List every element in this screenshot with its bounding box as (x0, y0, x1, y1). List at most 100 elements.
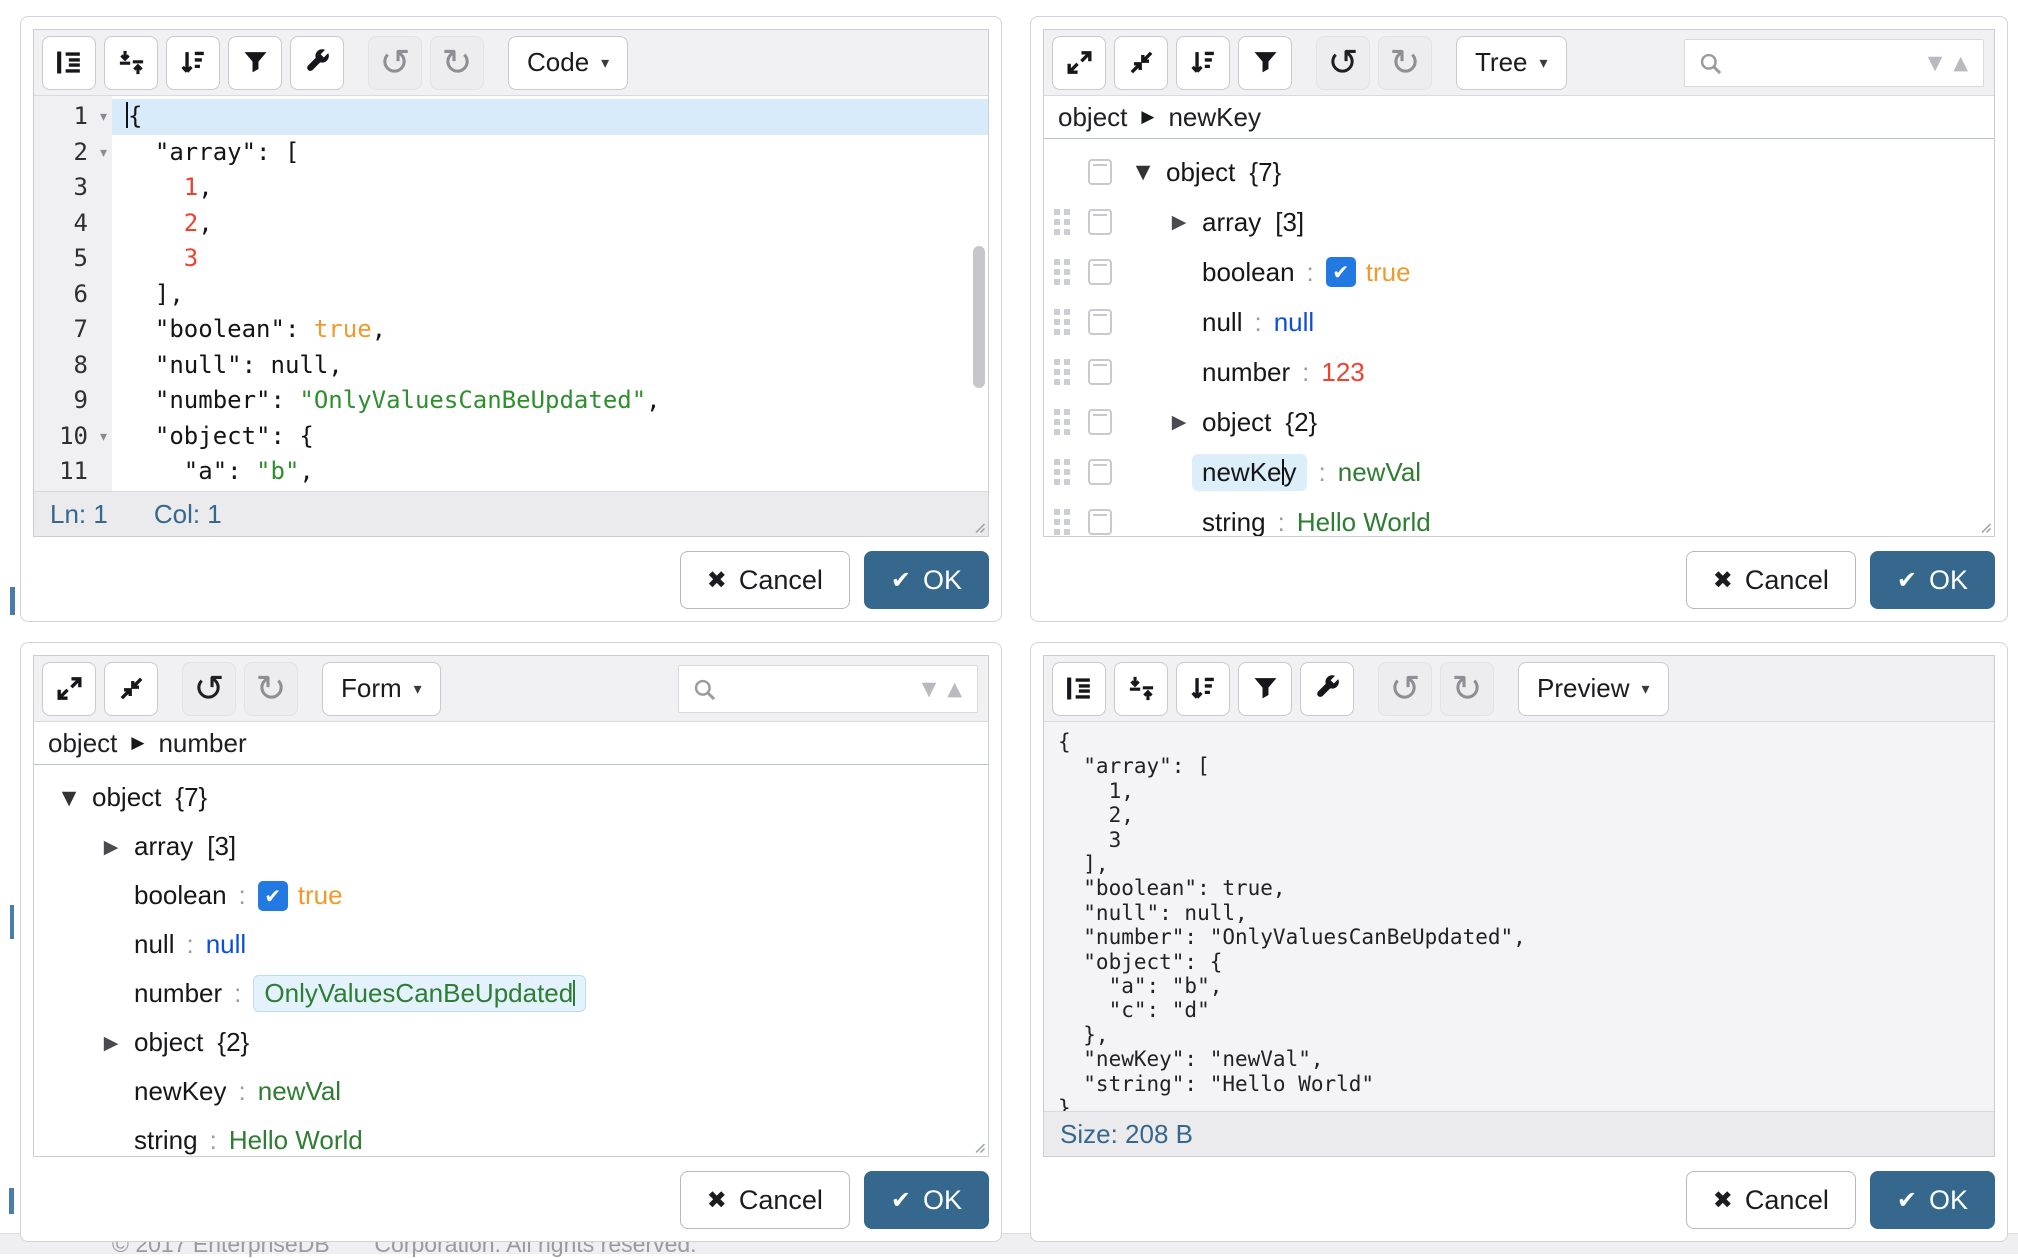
undo-button[interactable]: ↺ (368, 36, 422, 90)
code-line[interactable]: 3 (112, 241, 988, 277)
code-area[interactable]: 1▾2▾345678910▾1112 { "array": [ 1, 2, 3 … (34, 96, 988, 491)
tree-field[interactable]: object (1166, 157, 1235, 188)
mode-dropdown-form[interactable]: Form ▾ (322, 662, 441, 716)
tree-row[interactable]: boolean:✔true (1044, 247, 1994, 297)
tree-value[interactable]: true (298, 880, 343, 911)
context-menu-button[interactable] (1088, 259, 1124, 285)
breadcrumb-item[interactable]: number (158, 728, 246, 759)
repair-button[interactable] (1300, 662, 1354, 716)
context-menu-button[interactable] (1088, 159, 1124, 185)
tree-field[interactable]: newKey (134, 1076, 227, 1107)
tree-row[interactable]: ▶array[3] (1044, 197, 1994, 247)
tree-value[interactable]: true (1366, 257, 1411, 288)
code-line[interactable]: "c": "d" (112, 490, 988, 492)
tree-row[interactable]: null:null (34, 920, 988, 969)
breadcrumb[interactable]: object▶number (34, 722, 988, 765)
context-menu-button[interactable] (1088, 359, 1124, 385)
redo-button[interactable]: ↻ (1378, 36, 1432, 90)
tree-row[interactable]: null:null (1044, 297, 1994, 347)
search-next-icon[interactable]: ▼ (1928, 52, 1946, 74)
drag-handle-icon[interactable] (1054, 359, 1078, 385)
collapse-triangle-icon[interactable]: ▼ (1124, 161, 1162, 183)
drag-handle-icon[interactable] (1054, 259, 1078, 285)
code-line[interactable]: "boolean": true, (112, 312, 988, 348)
tree-row[interactable]: ▶object{2} (34, 1018, 988, 1067)
search-prev-icon[interactable]: ▲ (947, 678, 965, 700)
tree-row[interactable]: ▶object{2} (1044, 397, 1994, 447)
tree-field[interactable]: number (134, 978, 222, 1009)
drag-handle-icon[interactable] (1054, 309, 1078, 335)
tree-value[interactable]: 123 (1321, 357, 1364, 388)
fold-arrow-icon[interactable]: ▾ (100, 420, 107, 456)
ok-button[interactable]: ✔ OK (864, 1171, 989, 1229)
undo-button[interactable]: ↺ (1378, 662, 1432, 716)
code-line[interactable]: "null": null, (112, 348, 988, 384)
expand-all-button[interactable] (42, 662, 96, 716)
tree-field[interactable]: null (1202, 307, 1242, 338)
tree-field[interactable]: number (1202, 357, 1290, 388)
breadcrumb-item[interactable]: object (48, 728, 117, 759)
tree-value[interactable]: OnlyValuesCanBeUpdated (253, 975, 586, 1012)
code-line[interactable]: ], (112, 277, 988, 313)
tree-field[interactable]: object (1202, 407, 1271, 438)
search-prev-icon[interactable]: ▲ (1953, 52, 1971, 74)
collapse-triangle-icon[interactable]: ▼ (50, 787, 88, 809)
code-line[interactable]: "array": [ (112, 135, 988, 171)
ok-button[interactable]: ✔ OK (1870, 1171, 1995, 1229)
expand-triangle-icon[interactable]: ▶ (92, 836, 130, 858)
expand-triangle-icon[interactable]: ▶ (92, 1032, 130, 1054)
ok-button[interactable]: ✔ OK (1870, 551, 1995, 609)
boolean-checkbox[interactable]: ✔ (258, 881, 288, 911)
boolean-checkbox[interactable]: ✔ (1326, 257, 1356, 287)
cancel-button[interactable]: ✖ Cancel (680, 1171, 850, 1229)
collapse-all-button[interactable] (1114, 36, 1168, 90)
fold-arrow-icon[interactable]: ▾ (100, 100, 107, 136)
mode-dropdown-code[interactable]: Code ▾ (508, 36, 628, 90)
filter-button[interactable] (1238, 662, 1292, 716)
resize-corner-icon[interactable] (1977, 519, 1992, 534)
expand-all-button[interactable] (1052, 36, 1106, 90)
tree-row[interactable]: ▼object{7} (34, 773, 988, 822)
mode-dropdown-preview[interactable]: Preview ▾ (1518, 662, 1669, 716)
code-line[interactable]: "object": { (112, 419, 988, 455)
tree-field[interactable]: array (1202, 207, 1261, 238)
sort-button[interactable] (166, 36, 220, 90)
search-input[interactable] (726, 674, 914, 704)
tree-row[interactable]: boolean:✔true (34, 871, 988, 920)
code-line[interactable]: 2, (112, 206, 988, 242)
drag-handle-icon[interactable] (1054, 509, 1078, 535)
context-menu-button[interactable] (1088, 309, 1124, 335)
ok-button[interactable]: ✔ OK (864, 551, 989, 609)
format-button[interactable] (42, 36, 96, 90)
tree-field[interactable]: boolean (134, 880, 227, 911)
code-line[interactable]: { (112, 99, 988, 135)
tree-value[interactable]: null (1274, 307, 1314, 338)
sort-button[interactable] (1176, 36, 1230, 90)
redo-button[interactable]: ↻ (430, 36, 484, 90)
undo-button[interactable]: ↺ (182, 662, 236, 716)
context-menu-button[interactable] (1088, 409, 1124, 435)
tree-row[interactable]: ▶array[3] (34, 822, 988, 871)
tree-field[interactable]: newKey (1192, 454, 1307, 491)
cancel-button[interactable]: ✖ Cancel (1686, 1171, 1856, 1229)
tree-row[interactable]: number:123 (1044, 347, 1994, 397)
mode-dropdown-tree[interactable]: Tree ▾ (1456, 36, 1567, 90)
resize-corner-icon[interactable] (971, 1139, 986, 1154)
code-line[interactable]: "number": "OnlyValuesCanBeUpdated", (112, 383, 988, 419)
cancel-button[interactable]: ✖ Cancel (680, 551, 850, 609)
tree-field[interactable]: array (134, 831, 193, 862)
scrollbar-thumb[interactable] (973, 246, 985, 388)
context-menu-button[interactable] (1088, 459, 1124, 485)
drag-handle-icon[interactable] (1054, 409, 1078, 435)
drag-handle-icon[interactable] (1054, 459, 1078, 485)
tree-field[interactable]: string (134, 1125, 198, 1156)
expand-triangle-icon[interactable]: ▶ (1160, 411, 1198, 433)
redo-button[interactable]: ↻ (244, 662, 298, 716)
tree-value[interactable]: Hello World (1297, 507, 1431, 537)
code-lines[interactable]: { "array": [ 1, 2, 3 ], "boolean": true,… (112, 96, 988, 491)
breadcrumb[interactable]: object▶newKey (1044, 96, 1994, 139)
drag-handle-icon[interactable] (1054, 209, 1078, 235)
undo-button[interactable]: ↺ (1316, 36, 1370, 90)
breadcrumb-item[interactable]: object (1058, 102, 1127, 133)
tree-field[interactable]: object (92, 782, 161, 813)
